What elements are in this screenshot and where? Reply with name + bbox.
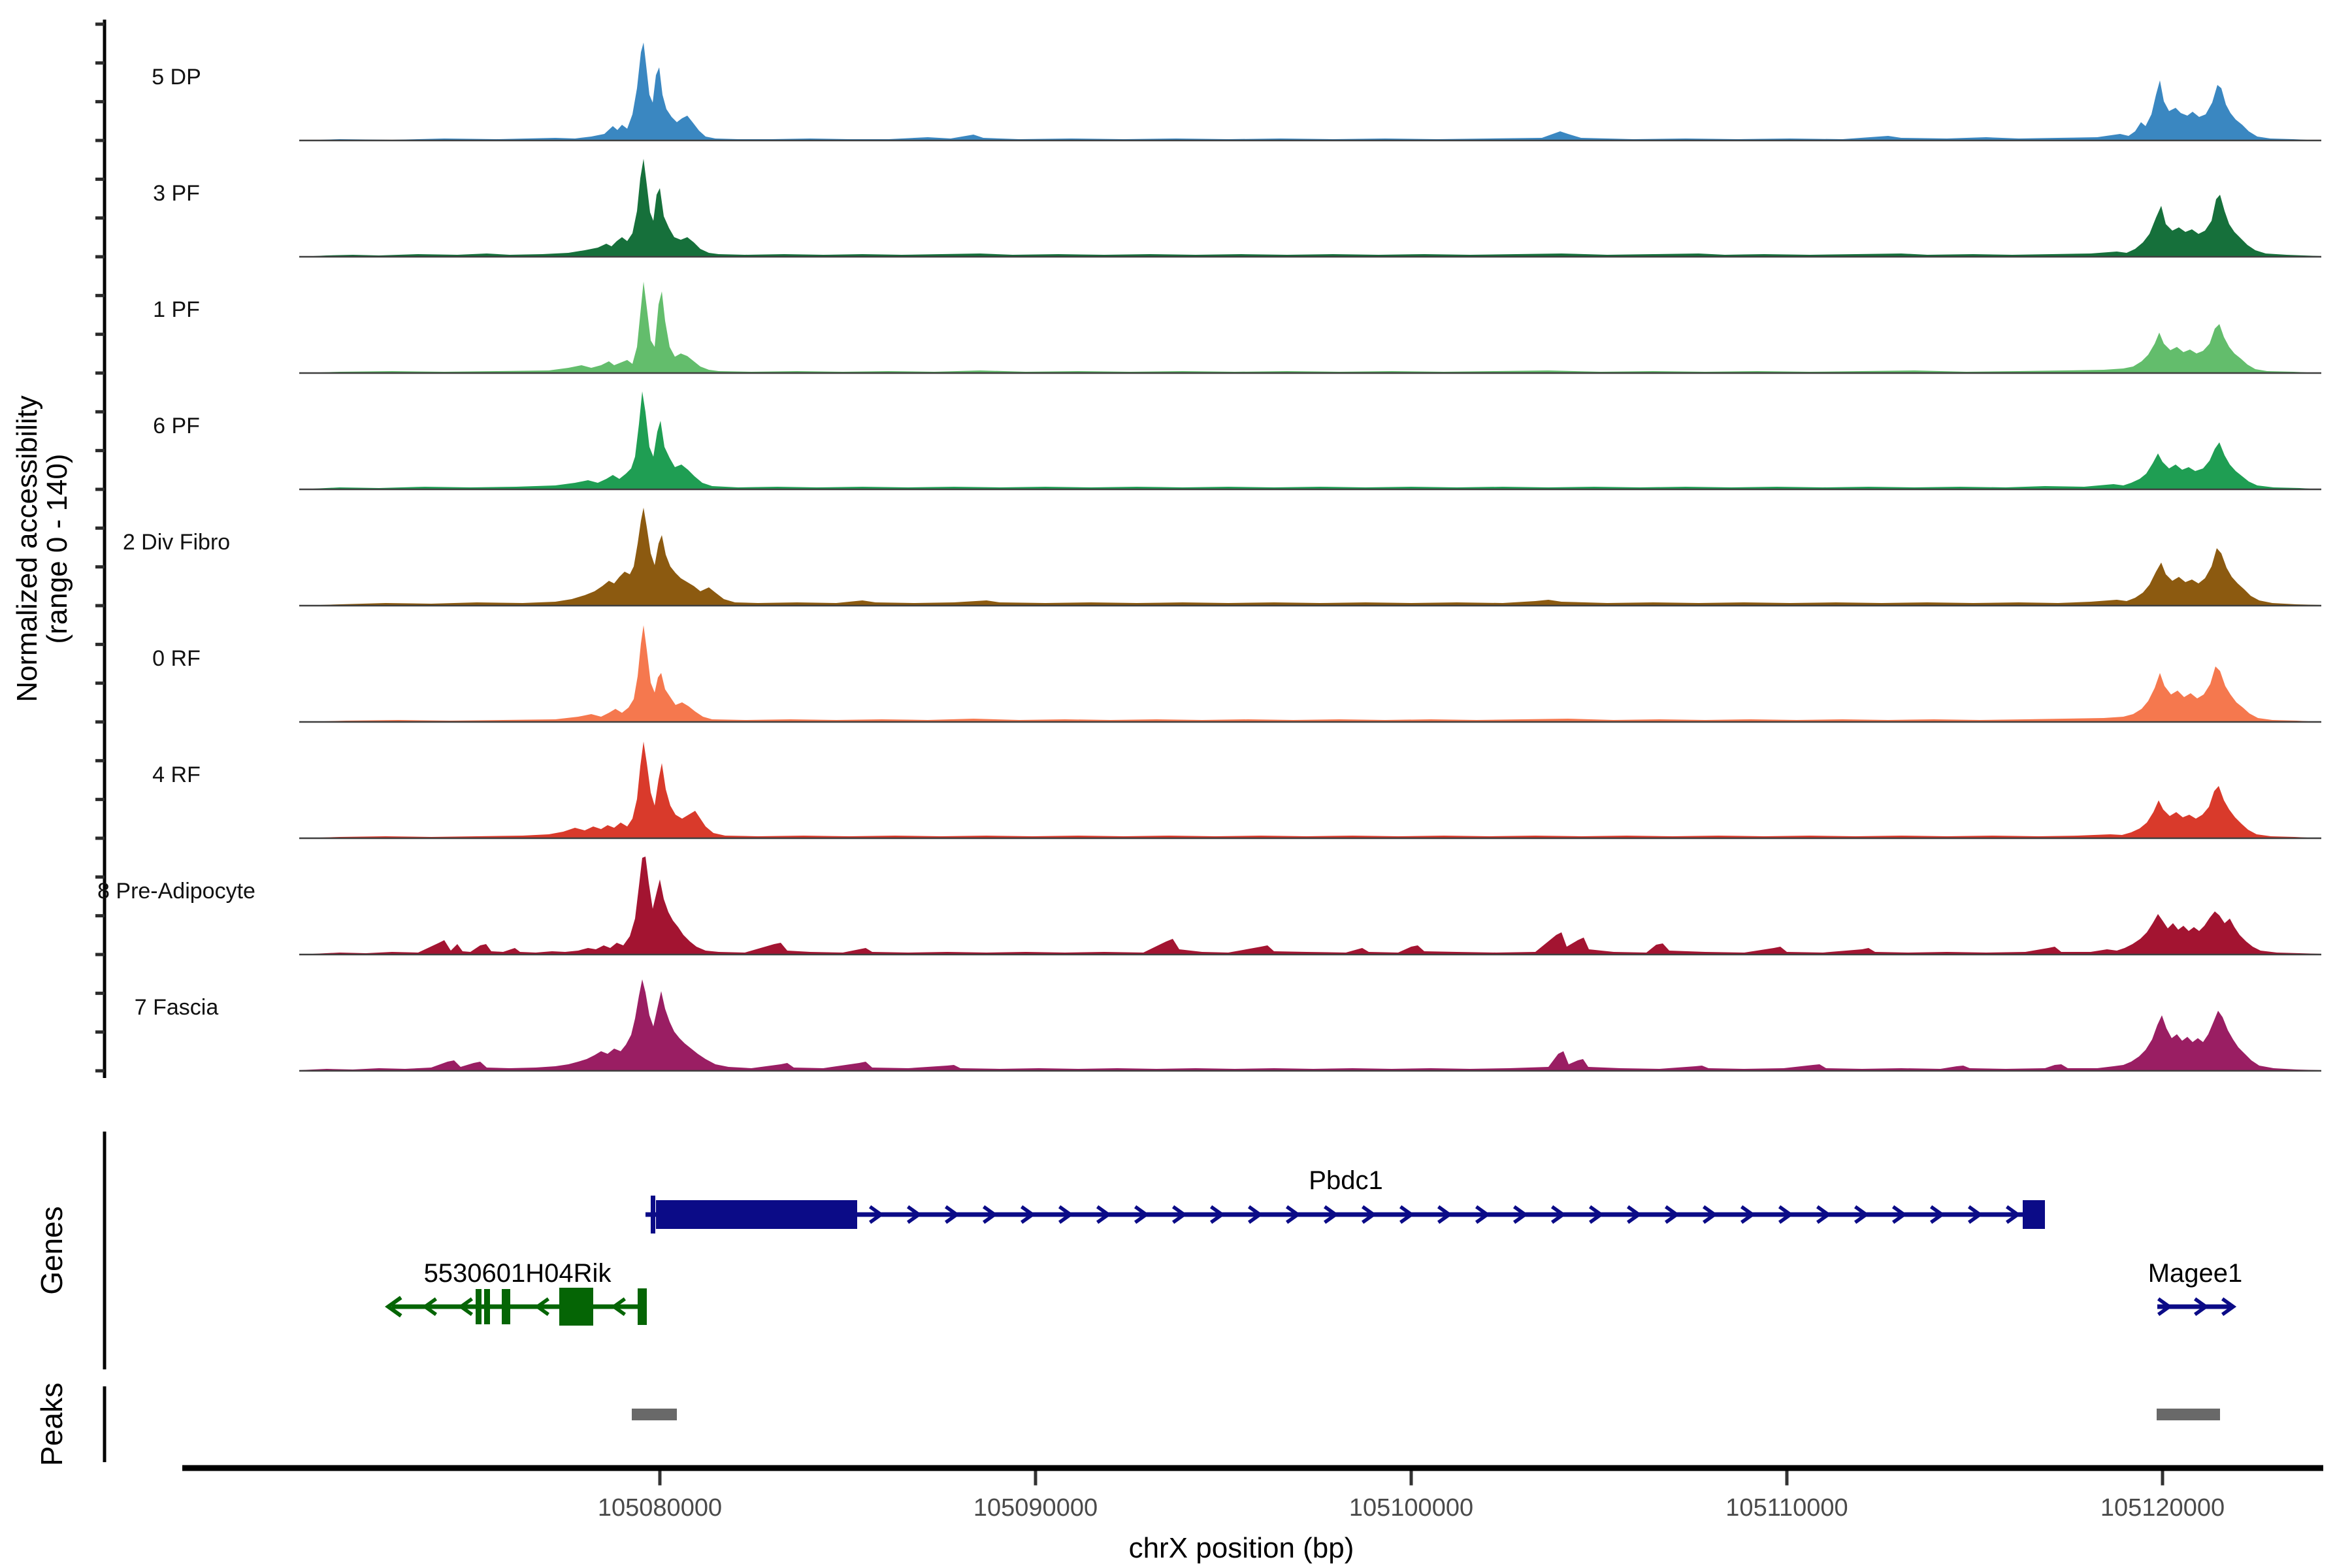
coverage-track: 7 Fascia xyxy=(135,979,2321,1071)
genes-section: Genes Pbdc1 5530601H04Rik Magee1 xyxy=(35,1132,2242,1369)
coverage-area-6-pf xyxy=(299,391,2321,489)
coverage-track: 0 RF xyxy=(152,625,2321,722)
peaks-section: Peaks xyxy=(35,1382,2220,1466)
coverage-area-0-rf xyxy=(299,625,2321,722)
coverage-track: 8 Pre-Adipocyte xyxy=(97,857,2321,955)
gene-name-label: Magee1 xyxy=(2148,1259,2243,1288)
plot-svg: Normalized accessibility(range 0 - 140) 5… xyxy=(0,0,2352,1568)
gene-exon xyxy=(502,1289,510,1324)
track-label: 3 PF xyxy=(153,181,200,206)
gene-exon xyxy=(2023,1200,2045,1229)
x-axis-tick-label: 105110000 xyxy=(1725,1494,1848,1522)
gene-exon xyxy=(638,1288,647,1325)
coverage-track: 6 PF xyxy=(153,391,2321,489)
track-label: 4 RF xyxy=(152,762,201,787)
coverage-track: 2 Div Fibro xyxy=(123,508,2321,606)
coverage-area-3-pf xyxy=(299,159,2321,257)
coverage-track: 1 PF xyxy=(153,282,2321,373)
coverage-track: 5 DP xyxy=(152,42,2321,140)
gene-exon xyxy=(559,1288,593,1326)
coverage-area-8-pre-adipocyte xyxy=(299,857,2321,955)
track-label: 0 RF xyxy=(152,646,201,671)
peaks-section-label: Peaks xyxy=(35,1382,69,1466)
track-label: 7 Fascia xyxy=(135,995,219,1020)
atac-peak-rect xyxy=(632,1409,677,1420)
coverage-area-4-rf xyxy=(299,742,2321,838)
x-axis: 105080000 105090000 105100000 105110000 1051… xyxy=(182,1468,2323,1564)
y-axis: Normalized accessibility(range 0 - 140) xyxy=(11,20,105,1078)
y-axis-label-line1: Normalized accessibility xyxy=(11,395,43,702)
gene-name-label: Pbdc1 xyxy=(1309,1166,1382,1195)
gene-name-label: 5530601H04Rik xyxy=(424,1259,612,1288)
genes-section-label: Genes xyxy=(35,1206,69,1295)
coverage-area-5-dp xyxy=(299,42,2321,140)
track-label: 6 PF xyxy=(153,414,200,438)
coverage-area-1-pf xyxy=(299,282,2321,373)
atac-peak-rect xyxy=(2157,1409,2220,1420)
gene-exon xyxy=(484,1289,490,1324)
gene-exon xyxy=(476,1289,482,1324)
y-axis-label-line2: (range 0 - 140) xyxy=(41,453,73,644)
gene-model-magee1: Magee1 xyxy=(2148,1259,2243,1315)
coverage-area-2-div-fibro xyxy=(299,508,2321,606)
x-axis-title: chrX position (bp) xyxy=(1129,1532,1354,1564)
track-label: 8 Pre-Adipocyte xyxy=(97,879,255,904)
x-axis-tick-label: 105120000 xyxy=(2100,1494,2225,1522)
gene-model-pbdc1: Pbdc1 xyxy=(645,1166,2045,1233)
x-axis-tick-label: 105100000 xyxy=(1349,1494,1473,1522)
track-label: 1 PF xyxy=(153,297,200,322)
x-axis-tick-label: 105080000 xyxy=(598,1494,722,1522)
coverage-track: 4 RF xyxy=(152,742,2321,838)
coverage-plot-figure: Normalized accessibility(range 0 - 140) 5… xyxy=(0,0,2352,1568)
track-label: 5 DP xyxy=(152,65,201,90)
coverage-area-7-fascia xyxy=(299,979,2321,1071)
gene-exon xyxy=(656,1200,857,1229)
gene-model-5530601h04rik: 5530601H04Rik xyxy=(388,1259,647,1326)
track-label: 2 Div Fibro xyxy=(123,530,230,555)
coverage-track: 3 PF xyxy=(153,159,2321,257)
gene-tss-bar xyxy=(651,1196,655,1233)
x-axis-tick-label: 105090000 xyxy=(973,1494,1098,1522)
